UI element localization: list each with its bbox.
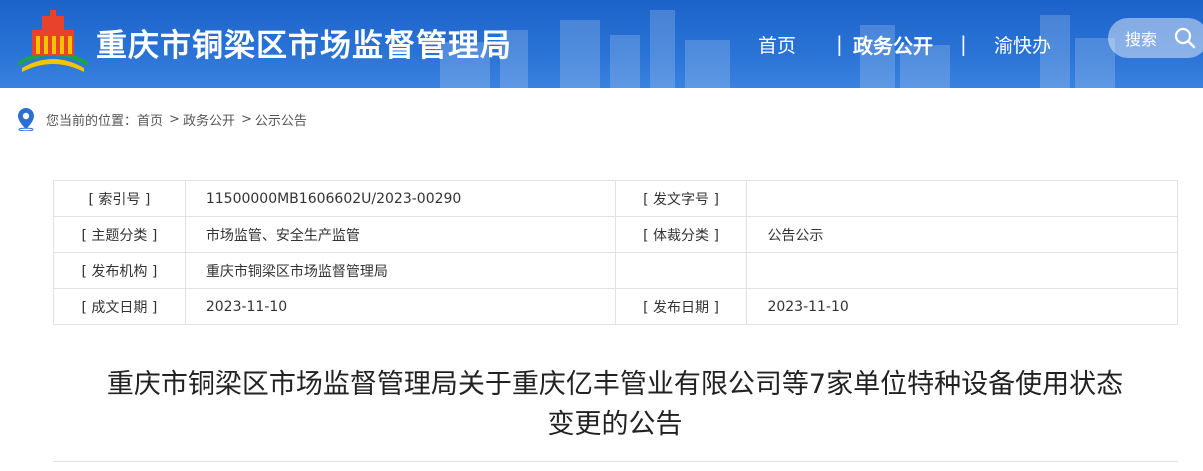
meta-value: 公告公示: [746, 216, 1178, 253]
meta-label: [ 成文日期 ]: [53, 288, 186, 325]
breadcrumb-separator: >: [240, 111, 252, 127]
meta-value: 2023-11-10: [746, 288, 1178, 325]
breadcrumb-prefix: 您当前的位置：: [46, 113, 138, 129]
site-title[interactable]: 重庆市铜梁区市场监督管理局: [96, 20, 512, 65]
breadcrumb: 您当前的位置： 首页 > 政务公开 > 公示公告: [16, 107, 307, 131]
meta-value: 市场监管、安全生产监管: [184, 216, 616, 253]
table-row: [ 成文日期 ] 2023-11-10 [ 发布日期 ] 2023-11-10: [53, 288, 1178, 325]
meta-label: [614, 252, 748, 289]
nav-gov-affairs[interactable]: 政务公开: [853, 0, 933, 88]
nav-home[interactable]: 首页: [758, 0, 796, 88]
breadcrumb-separator: >: [169, 111, 180, 127]
meta-label: [ 发布日期 ]: [614, 288, 748, 325]
search-label: 搜索: [1125, 30, 1158, 49]
breadcrumb-gov-affairs[interactable]: 政务公开: [183, 110, 235, 129]
meta-value: 重庆市铜梁区市场监督管理局: [184, 252, 616, 289]
meta-value: [746, 252, 1178, 289]
divider: [53, 461, 1178, 462]
search-icon: [1174, 27, 1196, 49]
search-button[interactable]: 搜索: [1108, 18, 1203, 58]
breadcrumb-announcements[interactable]: 公示公告: [255, 110, 307, 129]
logo-emblem[interactable]: [14, 10, 92, 76]
meta-label: [ 发布机构 ]: [53, 252, 186, 289]
meta-label: [ 主题分类 ]: [53, 216, 186, 253]
table-row: [ 主题分类 ] 市场监管、安全生产监管 [ 体裁分类 ] 公告公示: [53, 216, 1178, 253]
document-meta-table: [ 索引号 ] 11500000MB1606602U/2023-00290 [ …: [53, 180, 1178, 325]
nav-separator: |: [960, 32, 967, 56]
table-row: [ 索引号 ] 11500000MB1606602U/2023-00290 [ …: [53, 180, 1178, 217]
nav-yukuaiban[interactable]: 渝快办: [994, 0, 1051, 88]
meta-label: [ 体裁分类 ]: [614, 216, 748, 253]
table-row: [ 发布机构 ] 重庆市铜梁区市场监督管理局: [53, 252, 1178, 289]
meta-value: 2023-11-10: [184, 288, 616, 325]
nav-separator: |: [836, 32, 843, 56]
document-title: 重庆市铜梁区市场监督管理局关于重庆亿丰管业有限公司等7家单位特种设备使用状态 变…: [40, 365, 1190, 445]
meta-label: [ 发文字号 ]: [614, 180, 748, 217]
meta-value: 11500000MB1606602U/2023-00290: [184, 180, 616, 217]
location-pin-icon: [18, 108, 34, 131]
document-title-line: 重庆市铜梁区市场监督管理局关于重庆亿丰管业有限公司等7家单位特种设备使用状态: [106, 369, 1124, 400]
meta-value: [746, 180, 1178, 217]
breadcrumb-home[interactable]: 首页: [137, 110, 163, 129]
document-title-line: 变更的公告: [547, 409, 683, 440]
site-header: 重庆市铜梁区市场监督管理局 首页 | 政务公开 | 渝快办 搜索: [0, 0, 1203, 88]
meta-label: [ 索引号 ]: [53, 180, 186, 217]
